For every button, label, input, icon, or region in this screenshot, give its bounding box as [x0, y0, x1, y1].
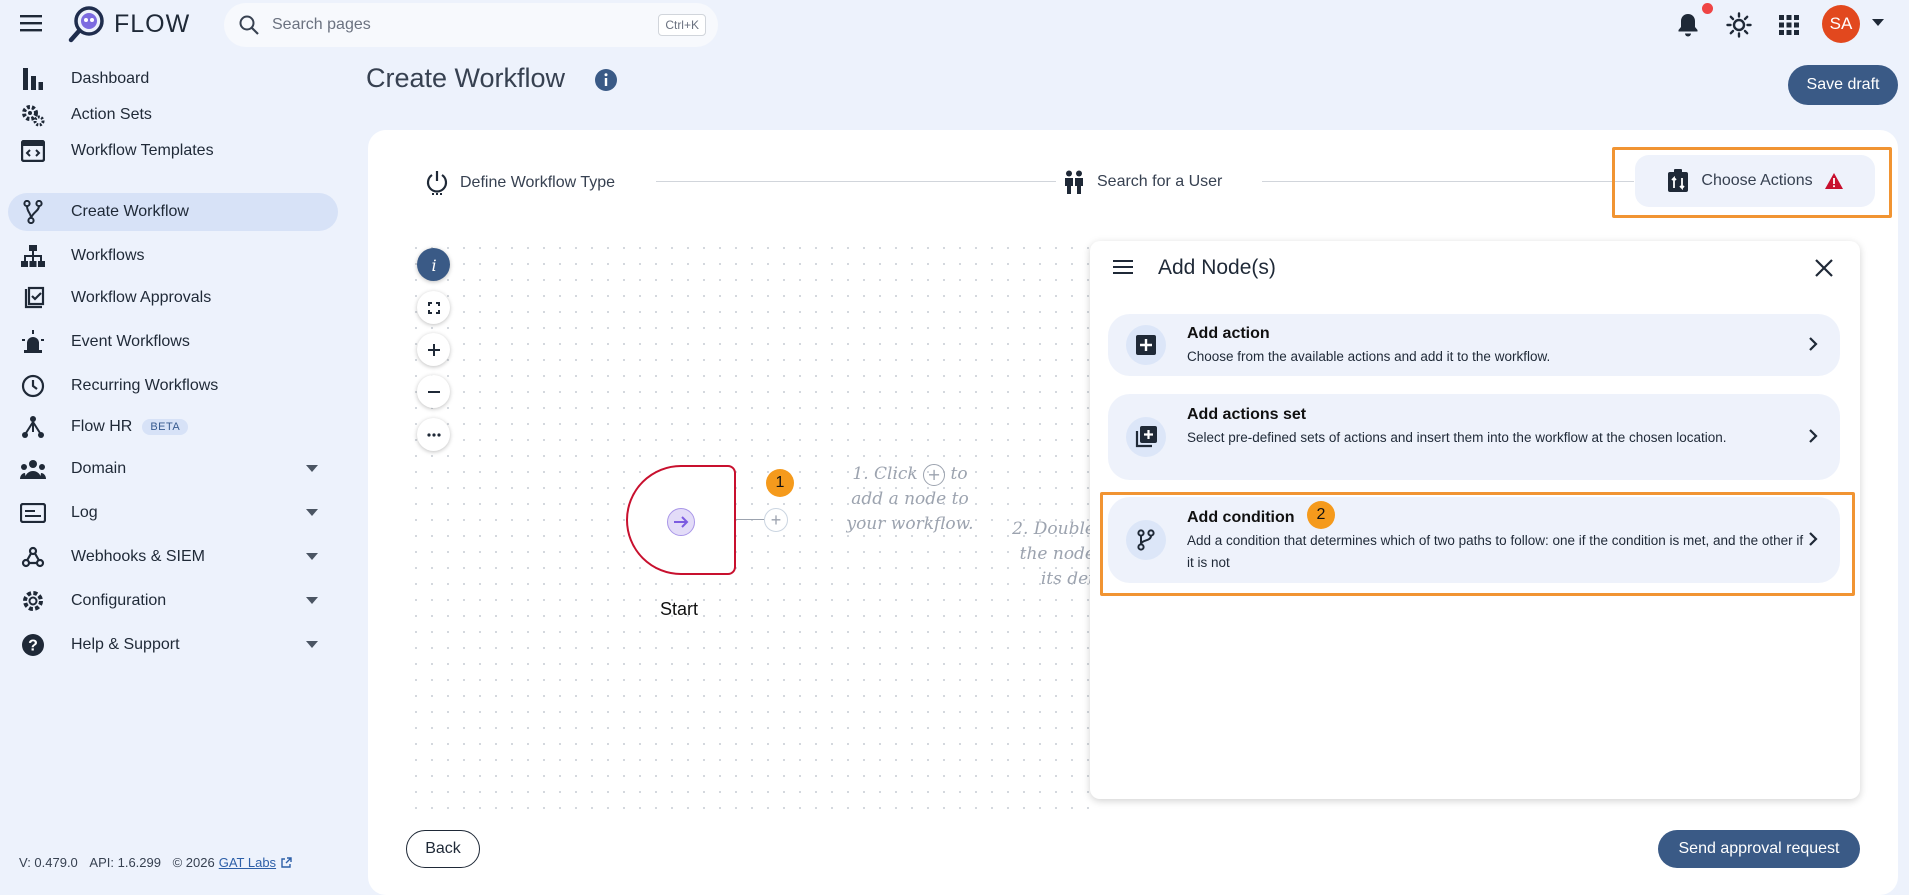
sidebar-item-create-workflow[interactable]: Create Workflow [8, 193, 338, 231]
sidebar-item-help-support[interactable]: ? Help & Support [8, 626, 338, 664]
add-action-option[interactable]: Add action Choose from the available act… [1108, 314, 1840, 376]
send-approval-request-button[interactable]: Send approval request [1658, 830, 1860, 868]
chevron-right-icon [1809, 429, 1818, 443]
step-badge-1: 1 [766, 469, 794, 497]
search-bar[interactable]: Ctrl+K [224, 3, 718, 47]
step-define-workflow-type[interactable]: Define Workflow Type [426, 170, 615, 196]
sidebar-item-action-sets[interactable]: Action Sets [8, 96, 338, 134]
node-connector [736, 519, 764, 520]
start-node-label: Start [660, 599, 699, 619]
chevron-down-icon [306, 597, 318, 604]
plus-circle-icon: + [923, 463, 946, 486]
apps-grid-icon[interactable] [1775, 11, 1803, 39]
people-icon [20, 456, 46, 482]
chevron-right-icon [1809, 337, 1818, 351]
library-add-icon [1126, 417, 1166, 457]
add-node-plus-icon[interactable]: + [764, 508, 788, 532]
warning-icon [1824, 173, 1843, 189]
fork-icon [20, 199, 46, 225]
approval-check-icon [20, 285, 46, 311]
sidebar-item-webhooks-siem[interactable]: Webhooks & SIEM [8, 538, 338, 576]
beta-badge: BETA [142, 419, 189, 435]
step-connector [656, 181, 1056, 182]
external-link-icon [280, 856, 292, 869]
zoom-out-icon[interactable] [417, 375, 450, 408]
app-name: FLOW [114, 9, 191, 38]
sidebar-item-workflow-templates[interactable]: Workflow Templates [8, 132, 338, 170]
arrow-right-icon [667, 508, 695, 536]
add-actions-set-option[interactable]: Add actions set Select pre-defined sets … [1108, 394, 1840, 480]
sidebar-item-configuration[interactable]: Configuration [8, 582, 338, 620]
canvas-hint-2: 2. Double the node its det [1012, 519, 1095, 589]
panel-title: Add Node(s) [1158, 256, 1276, 279]
sidebar-item-workflows[interactable]: Workflows [8, 237, 338, 275]
webhook-icon [20, 544, 46, 570]
theme-toggle-icon[interactable] [1725, 11, 1753, 39]
sidebar-item-domain[interactable]: Domain [8, 450, 338, 488]
sidebar-item-log[interactable]: Log [8, 494, 338, 532]
actions-icon [1667, 169, 1689, 193]
version-footer: V: 0.479.0 API: 1.6.299 © 2026 GAT Labs [19, 855, 292, 870]
chevron-down-icon [306, 465, 318, 472]
menu-icon[interactable] [1113, 260, 1133, 274]
step-connector [1262, 181, 1634, 182]
svg-text:?: ? [28, 638, 38, 655]
gear-icon [20, 588, 46, 614]
users-icon [1063, 170, 1085, 194]
hr-network-icon [20, 414, 46, 440]
hierarchy-icon [20, 243, 46, 269]
sidebar-item-dashboard[interactable]: Dashboard [8, 60, 338, 98]
bar-chart-icon [20, 66, 46, 92]
chevron-down-icon [306, 509, 318, 516]
step-search-for-user[interactable]: Search for a User [1063, 170, 1222, 194]
sidebar-item-flow-hr[interactable]: Flow HR BETA [8, 408, 338, 446]
back-button[interactable]: Back [406, 830, 480, 868]
template-icon [20, 138, 46, 164]
help-icon: ? [20, 632, 46, 658]
sidebar-item-workflow-approvals[interactable]: Workflow Approvals [8, 279, 338, 317]
log-icon [20, 500, 46, 526]
flow-logo-icon [68, 5, 106, 43]
clock-icon [20, 373, 46, 399]
chevron-down-icon[interactable] [1872, 19, 1884, 26]
search-shortcut: Ctrl+K [658, 14, 706, 36]
menu-icon[interactable] [20, 14, 46, 36]
workflow-canvas[interactable] [408, 240, 1092, 810]
fullscreen-icon[interactable] [417, 291, 450, 324]
add-box-icon [1126, 325, 1166, 365]
info-icon[interactable] [594, 68, 618, 92]
zoom-in-icon[interactable] [417, 333, 450, 366]
chevron-down-icon [306, 553, 318, 560]
notification-bell-icon[interactable] [1674, 11, 1702, 39]
search-icon [238, 14, 260, 36]
user-avatar[interactable]: SA [1822, 5, 1860, 43]
app-logo[interactable]: FLOW [68, 5, 190, 43]
more-options-icon[interactable] [417, 418, 450, 451]
notification-dot [1702, 3, 1713, 14]
sidebar-item-event-workflows[interactable]: Event Workflows [8, 323, 338, 361]
canvas-info-icon[interactable]: i [417, 248, 450, 281]
step-choose-actions[interactable]: Choose Actions [1635, 155, 1875, 207]
close-icon[interactable] [1815, 259, 1833, 277]
page-title: Create Workflow [366, 63, 566, 93]
gat-labs-link[interactable]: GAT Labs [219, 855, 276, 870]
save-draft-button[interactable]: Save draft [1788, 65, 1898, 105]
sidebar-item-recurring-workflows[interactable]: Recurring Workflows [8, 367, 338, 405]
siren-icon [20, 329, 46, 355]
power-icon [426, 170, 448, 196]
add-condition-highlight [1100, 492, 1855, 596]
search-input[interactable] [272, 16, 659, 34]
gears-icon [20, 102, 46, 128]
canvas-hint-1: 1. Click + to add a node to your workflo… [846, 463, 974, 534]
chevron-down-icon [306, 641, 318, 648]
svg-text:i: i [431, 257, 436, 273]
